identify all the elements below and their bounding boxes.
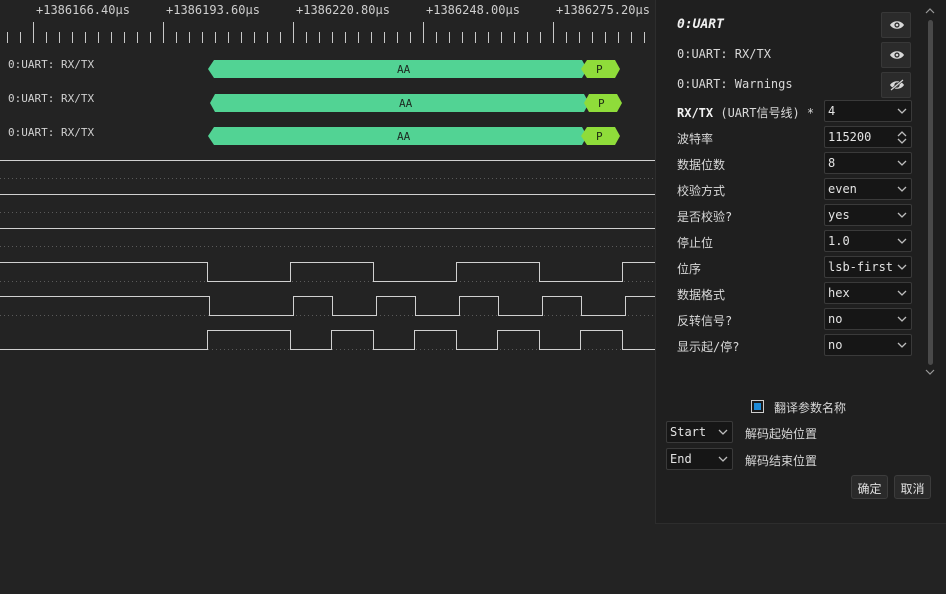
param-row: 数据格式 hex (656, 281, 946, 307)
chevron-down-icon (897, 186, 907, 192)
rxtx-label-bold: RX/TX (677, 106, 714, 120)
param-label: 反转信号? (677, 314, 733, 328)
param-select[interactable]: lsb-first (824, 256, 912, 278)
param-row: 数据位数 8 (656, 151, 946, 177)
param-row: 是否校验? yes (656, 203, 946, 229)
decode-start-value: Start (670, 425, 707, 439)
checkbox-check (754, 403, 761, 410)
param-select[interactable]: hex (824, 282, 912, 304)
chevron-down-icon (897, 212, 907, 218)
param-value: 115200 (828, 130, 872, 144)
decode-parity-text: P (596, 130, 603, 143)
param-label: 校验方式 (677, 184, 726, 198)
param-label: 停止位 (677, 236, 714, 250)
decode-start-select[interactable]: Start (666, 421, 733, 443)
eye-icon (890, 21, 904, 29)
decode-end-select[interactable]: End (666, 448, 733, 470)
param-row: 显示起/停? no (656, 333, 946, 359)
decoder-properties-panel: 0:UART 0:UART: RX/TX 0:UART: Warnings RX… (655, 0, 946, 524)
chevron-down-icon (897, 264, 907, 270)
decode-data-text: AA (399, 97, 413, 110)
scroll-down-icon[interactable] (924, 367, 936, 377)
param-label: 数据格式 (677, 288, 726, 302)
waveform-view[interactable]: +1386166.40µs +1386193.60µs +1386220.80µ… (0, 0, 660, 594)
param-label: 是否校验? (677, 210, 733, 224)
eye-off-icon (890, 79, 904, 91)
chevron-down-icon (897, 238, 907, 244)
decode-parity-text: P (596, 63, 603, 76)
rxtx-channel-value: 4 (828, 104, 836, 118)
decode-end-value: End (670, 452, 692, 466)
param-label: 显示起/停? (677, 340, 740, 354)
chevron-down-icon (718, 456, 728, 462)
toggle-all-visibility-button[interactable] (881, 12, 911, 38)
param-row: 停止位 1.0 (656, 229, 946, 255)
param-select[interactable]: 1.0 (824, 230, 912, 252)
chevron-down-icon (897, 342, 907, 348)
rxtx-label: RX/TX (UART信号线) * (677, 104, 814, 121)
chevron-down-icon (718, 429, 728, 435)
param-value: 1.0 (828, 234, 850, 248)
toggle-warnings-visibility-button[interactable] (881, 72, 911, 98)
param-value: no (828, 338, 843, 352)
param-label: 波特率 (677, 132, 714, 146)
decode-data-text: AA (397, 130, 411, 143)
spin-arrows-icon (897, 131, 907, 144)
decode-start-label: 解码起始位置 (745, 427, 818, 441)
decode-data-text: AA (397, 63, 411, 76)
decode-parity-text: P (598, 97, 605, 110)
logic-trace (0, 262, 660, 282)
translate-label: 翻译参数名称 (774, 401, 847, 415)
scroll-up-icon[interactable] (924, 6, 936, 16)
param-spinbox[interactable]: 115200 (824, 126, 912, 148)
chevron-down-icon (897, 160, 907, 166)
chevron-down-icon (897, 108, 907, 114)
panel-title: 0:UART (677, 17, 724, 32)
param-value: hex (828, 286, 850, 300)
param-select[interactable]: no (824, 334, 912, 356)
chevron-down-icon (897, 290, 907, 296)
param-label: 数据位数 (677, 158, 726, 172)
row-label: 0:UART: RX/TX (677, 47, 771, 61)
param-label: 位序 (677, 262, 702, 276)
param-select[interactable]: yes (824, 204, 912, 226)
param-select[interactable]: 8 (824, 152, 912, 174)
param-value: 8 (828, 156, 836, 170)
param-row: 反转信号? no (656, 307, 946, 333)
param-select[interactable]: even (824, 178, 912, 200)
eye-icon (890, 51, 904, 59)
cancel-button[interactable]: 取消 (894, 475, 931, 499)
param-select[interactable]: no (824, 308, 912, 330)
param-value: yes (828, 208, 850, 222)
panel-scrollbar[interactable] (928, 20, 933, 365)
param-value: even (828, 182, 857, 196)
param-row: 校验方式 even (656, 177, 946, 203)
translate-checkbox[interactable] (751, 400, 764, 413)
param-value: lsb-first (828, 260, 894, 274)
logic-trace (0, 296, 660, 316)
decode-end-label: 解码结束位置 (745, 454, 818, 468)
chevron-down-icon (897, 316, 907, 322)
rxtx-label-rest: (UART信号线) * (713, 106, 815, 120)
param-row: 波特率 115200 (656, 125, 946, 151)
row-label: 0:UART: Warnings (677, 77, 793, 91)
decode-traces: AA P AA P AA P (0, 60, 660, 350)
param-row: 位序 lsb-first (656, 255, 946, 281)
rxtx-channel-select[interactable]: 4 (824, 100, 912, 122)
ok-button[interactable]: 确定 (851, 475, 888, 499)
toggle-rxtx-visibility-button[interactable] (881, 42, 911, 68)
logic-trace (0, 330, 660, 350)
param-value: no (828, 312, 843, 326)
